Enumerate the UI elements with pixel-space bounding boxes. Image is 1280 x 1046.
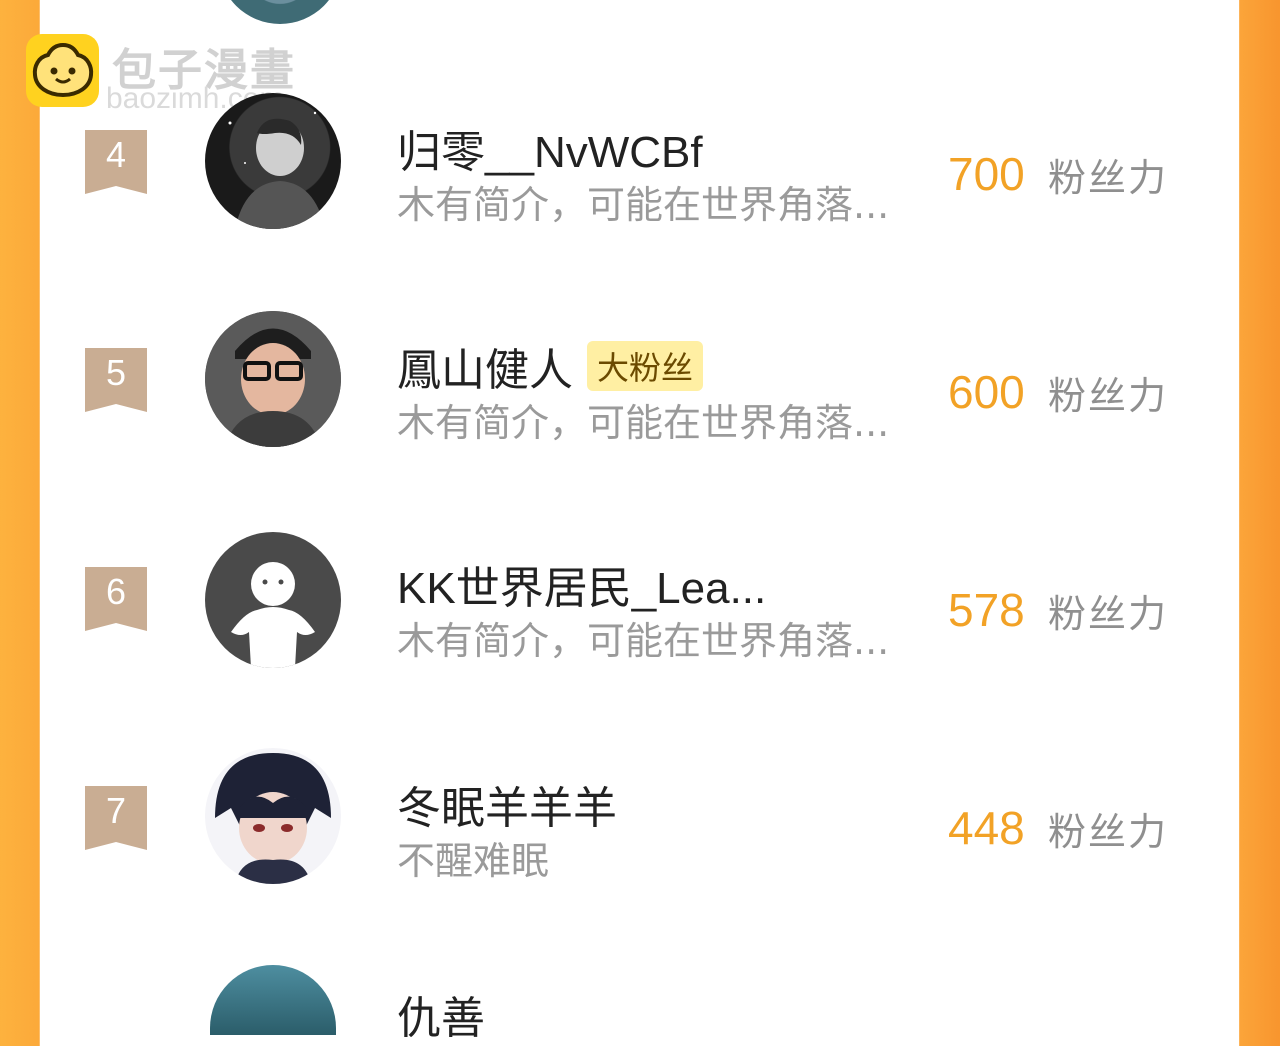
anime-character-icon — [215, 753, 331, 884]
avatar[interactable] — [205, 93, 341, 229]
rank-number: 4 — [105, 134, 127, 175]
score-unit: 粉丝力 — [1048, 374, 1169, 418]
fan-row[interactable]: 7 冬眠羊羊羊 不醒难眠 448 粉丝力 — [0, 748, 1280, 908]
default-avatar[interactable] — [205, 532, 341, 668]
person-silhouette-icon — [228, 111, 325, 229]
big-fan-badge: 大粉丝 — [587, 341, 704, 391]
rank-number: 6 — [105, 571, 127, 612]
fan-row[interactable]: 6 KK世界居民_Lea... 木有简介，可能在世界角落... 578 粉丝力 — [0, 530, 1280, 690]
fan-description: 不醒难眠 — [397, 839, 550, 883]
fan-row[interactable]: 4 归零__NvWCBf 木有简介，可能在世界角落... 700 粉丝力 — [0, 92, 1280, 252]
rank-number: 7 — [105, 790, 127, 831]
fan-name-text[interactable]: 鳳山健人 — [397, 346, 573, 395]
person-photo-icon — [205, 311, 341, 447]
score-unit: 粉丝力 — [1048, 156, 1169, 200]
fan-name[interactable]: 冬眠羊羊羊 — [397, 772, 617, 836]
fan-description: 木有简介，可能在世界角落... — [397, 619, 890, 663]
fan-description: 木有简介，可能在世界角落... — [397, 183, 890, 227]
rank-ribbon: 7 — [85, 786, 147, 850]
fan-row[interactable]: 5 鳳山健人 大粉丝 木有简介，可能在世界角落... 600 粉丝力 — [0, 310, 1280, 470]
fan-score: 700 — [948, 148, 1025, 200]
fan-name[interactable]: 鳳山健人 大粉丝 — [397, 334, 704, 398]
fan-score: 448 — [948, 802, 1025, 854]
fan-score: 600 — [948, 366, 1025, 418]
rank-ribbon: 6 — [85, 567, 147, 631]
fan-name[interactable]: KK世界居民_Lea... — [397, 552, 766, 616]
fan-score: 578 — [948, 584, 1025, 636]
fan-name-partial[interactable]: 仇善 — [397, 982, 485, 1046]
rank-number: 5 — [105, 352, 127, 393]
score-unit: 粉丝力 — [1048, 810, 1169, 854]
score-unit: 粉丝力 — [1048, 592, 1169, 636]
default-user-icon — [231, 562, 315, 668]
avatar[interactable] — [205, 311, 341, 447]
fan-description: 木有简介，可能在世界角落... — [397, 401, 890, 445]
fan-name[interactable]: 归零__NvWCBf — [397, 116, 703, 180]
rank-ribbon: 5 — [85, 348, 147, 412]
avatar[interactable] — [205, 748, 341, 884]
rank-ribbon: 4 — [85, 130, 147, 194]
